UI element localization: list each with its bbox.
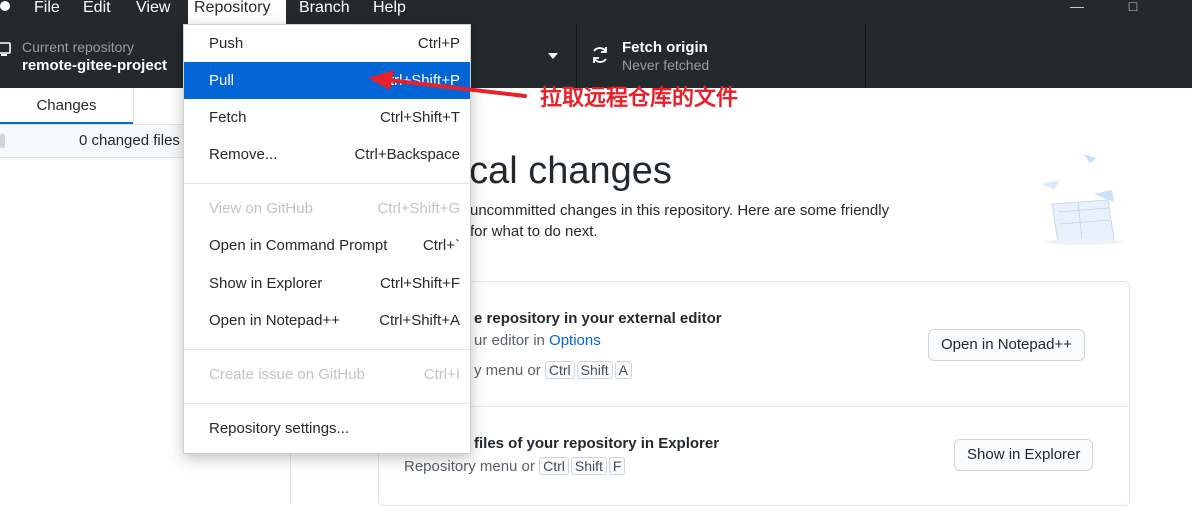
open-in-editor-title: e repository in your external editor (474, 310, 722, 327)
show-in-explorer-title: files of your repository in Explorer (474, 435, 720, 452)
menu-item-label: Create issue on GitHub (209, 366, 365, 383)
annotation-label: 拉取远程仓库的文件 (540, 86, 739, 111)
menu-bar: File Edit View Repository Branch Help — … (0, 0, 1192, 24)
chevron-down-icon[interactable] (548, 52, 558, 60)
key-f: F (608, 457, 626, 475)
menu-separator (184, 403, 470, 404)
key-shift: Shift (570, 457, 607, 475)
fetch-origin-subtitle: Never fetched (622, 57, 710, 73)
tab-changes-label: Changes (36, 97, 97, 114)
menu-item-repository-settings[interactable]: Repository settings... (184, 410, 470, 447)
open-in-editor-subtitle: ur editor in Options (474, 332, 601, 349)
menu-item-label: Push (209, 35, 244, 52)
computer-icon (0, 42, 11, 56)
menu-item-label: Remove... (209, 146, 278, 163)
menu-item-shortcut: Ctrl+Shift+F (379, 275, 460, 292)
menu-item-remove[interactable]: Remove... Ctrl+Backspace (184, 136, 470, 173)
menu-item-label: Open in Notepad++ (209, 312, 340, 329)
github-desktop-icon (0, 1, 10, 11)
options-link[interactable]: Options (549, 332, 601, 349)
current-repo-label: Current repository (22, 39, 135, 55)
empty-state-illustration (1042, 154, 1124, 245)
menu-item-shortcut: Ctrl+Backspace (354, 146, 460, 163)
page-title: ocal changes (448, 150, 672, 192)
current-repo-value: remote-gitee-project (22, 57, 168, 74)
menu-item-push[interactable]: Push Ctrl+P (184, 25, 470, 62)
menu-item-label: Open in Command Prompt (209, 237, 388, 254)
show-in-explorer-button[interactable]: Show in Explorer (954, 439, 1094, 471)
card-divider (378, 406, 1128, 407)
menu-item-show-in-explorer[interactable]: Show in Explorer Ctrl+Shift+F (184, 265, 470, 302)
tab-changes[interactable]: Changes (0, 88, 133, 124)
maximize-icon[interactable]: □ (1110, 0, 1156, 18)
menu-item-label: Show in Explorer (209, 275, 323, 292)
menu-edit[interactable]: Edit (77, 0, 117, 24)
red-arrow-icon (368, 70, 527, 98)
tab-divider (133, 88, 134, 124)
key-ctrl: Ctrl (539, 457, 569, 475)
menu-item-shortcut: Ctrl+Shift+A (379, 312, 460, 329)
menu-separator (184, 349, 470, 350)
changed-files-count: 0 changed files (79, 132, 180, 149)
menu-file[interactable]: File (28, 0, 66, 24)
menu-item-view-on-github: View on GitHub Ctrl+Shift+G (184, 190, 470, 227)
menu-item-shortcut: Ctrl+Shift+G (377, 200, 460, 217)
editor-shortcut-text: y menu or (474, 362, 541, 379)
show-in-explorer-shortcut: Repository menu or Ctrl Shift F (404, 457, 627, 475)
menu-item-shortcut: Ctrl+P (417, 35, 460, 52)
menu-separator (184, 183, 470, 184)
key-a: A (614, 361, 633, 379)
key-shift: Shift (576, 361, 613, 379)
menu-item-label: Fetch (209, 109, 247, 126)
menu-item-shortcut: Ctrl+I (423, 366, 460, 383)
editor-subtitle-text: ur editor in (474, 332, 550, 349)
menu-item-label: Pull (209, 72, 235, 89)
menu-item-label: Repository settings... (209, 420, 350, 437)
page-description: uncommitted changes in this repository. … (470, 200, 940, 242)
menu-item-shortcut: Ctrl+` (422, 237, 460, 254)
menu-item-open-command-prompt[interactable]: Open in Command Prompt Ctrl+` (184, 227, 470, 264)
description-line-1: uncommitted changes in this repository. … (470, 202, 890, 219)
sync-icon (593, 47, 607, 63)
menu-view[interactable]: View (130, 0, 176, 24)
explorer-shortcut-text: Repository menu or (404, 458, 535, 475)
menu-branch[interactable]: Branch (293, 0, 356, 24)
menu-help[interactable]: Help (367, 0, 412, 24)
fetch-origin-title: Fetch origin (622, 39, 708, 56)
open-in-notepad-button[interactable]: Open in Notepad++ (928, 329, 1085, 361)
select-all-checkbox[interactable] (0, 134, 5, 148)
open-in-editor-shortcut: y menu or Ctrl Shift A (474, 361, 634, 379)
description-line-2: for what to do next. (470, 223, 598, 240)
menu-item-open-in-notepad[interactable]: Open in Notepad++ Ctrl+Shift+A (184, 302, 470, 339)
fetch-origin-button[interactable]: Fetch origin Never fetched (577, 24, 866, 88)
minimize-icon[interactable]: — (1054, 0, 1100, 18)
menu-item-label: View on GitHub (209, 200, 313, 217)
key-ctrl: Ctrl (544, 361, 575, 379)
menu-repository[interactable]: Repository (188, 0, 286, 24)
menu-item-create-issue: Create issue on GitHub Ctrl+I (184, 356, 470, 393)
